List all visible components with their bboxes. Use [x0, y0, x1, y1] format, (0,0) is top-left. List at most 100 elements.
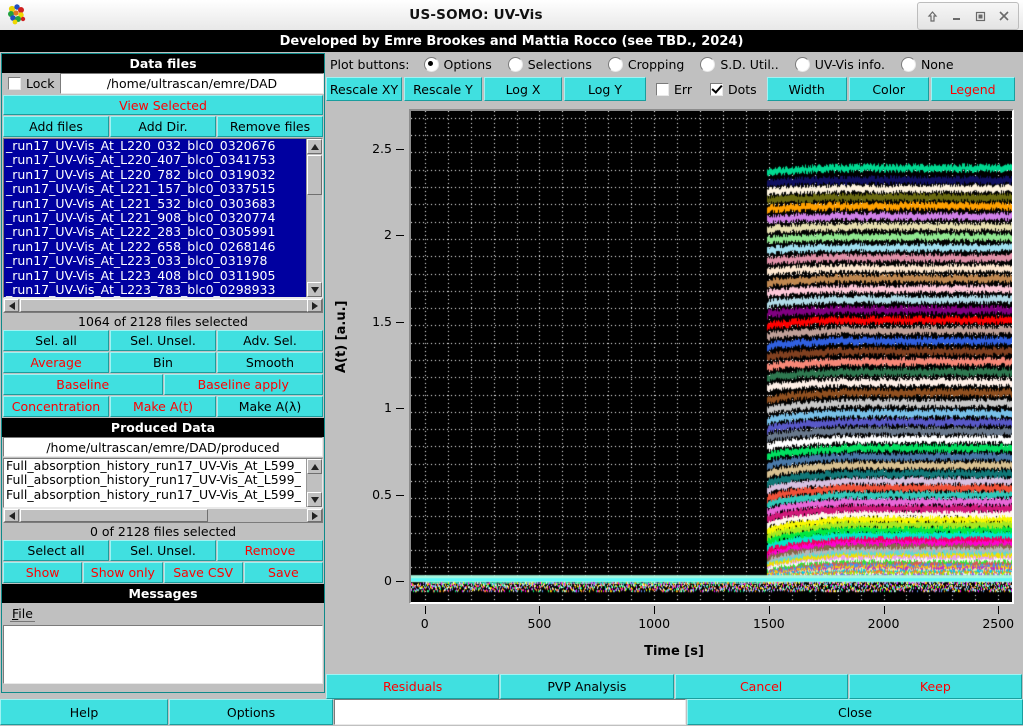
list-item[interactable]: _run17_UV-Vis_At_L220_032_blc0_0320676 — [4, 139, 306, 153]
add-dir-button[interactable]: Add Dir. — [110, 116, 216, 137]
produced-scroll-left-icon[interactable] — [4, 509, 19, 522]
list-item[interactable]: _run17_UV-Vis_At_L221_908_blc0_0320774 — [4, 211, 306, 225]
baseline-apply-button[interactable]: Baseline apply — [164, 374, 324, 395]
radio-selections[interactable]: Selections — [508, 57, 592, 72]
close-icon[interactable] — [993, 6, 1015, 26]
scroll-left-icon[interactable] — [4, 299, 19, 312]
dots-toggle[interactable]: Dots — [702, 77, 765, 101]
list-item[interactable]: Full_absorption_history_run17_UV-Vis_At_… — [4, 473, 306, 487]
pvp-analysis-button[interactable]: PVP Analysis — [500, 674, 673, 699]
messages-file-menu[interactable]: FFileile — [10, 606, 35, 622]
err-toggle[interactable]: Err — [648, 77, 700, 101]
show-button[interactable]: Show — [3, 562, 82, 583]
produced-scroll-up-icon[interactable] — [307, 459, 322, 474]
radio-selections-icon[interactable] — [508, 57, 523, 72]
lock-toggle[interactable]: Lock — [2, 73, 60, 94]
dots-checkbox[interactable] — [710, 83, 723, 96]
restore-up-icon[interactable] — [921, 6, 943, 26]
residuals-button[interactable]: Residuals — [326, 674, 499, 699]
remove-button[interactable]: Remove — [217, 540, 323, 561]
concentration-button[interactable]: Concentration — [3, 396, 109, 417]
keep-button[interactable]: Keep — [849, 674, 1022, 699]
produced-scroll-down-icon[interactable] — [307, 492, 322, 507]
baseline-button[interactable]: Baseline — [3, 374, 163, 395]
list-item[interactable]: _run17_UV-Vis_At_L221_532_blc0_0303683 — [4, 197, 306, 211]
radio-none-icon[interactable] — [901, 57, 916, 72]
lock-checkbox[interactable] — [8, 77, 21, 90]
rescale-y-button[interactable]: Rescale Y — [404, 77, 482, 101]
produced-data-list[interactable]: Full_absorption_history_run17_UV-Vis_At_… — [3, 458, 323, 508]
make-alambda-button[interactable]: Make A(λ) — [217, 396, 323, 417]
hscroll-thumb[interactable] — [20, 299, 310, 312]
save-button[interactable]: Save — [244, 562, 323, 583]
maximize-icon[interactable] — [969, 6, 991, 26]
vscroll-thumb[interactable] — [307, 155, 322, 195]
radio-uvvis-info[interactable]: UV-Vis info. — [795, 57, 885, 72]
data-files-list[interactable]: _run17_UV-Vis_At_L220_032_blc0_0320676_r… — [3, 138, 323, 298]
list-item[interactable]: _run17_UV-Vis_At_L220_782_blc0_0319032 — [4, 168, 306, 182]
options-button[interactable]: Options — [169, 699, 333, 725]
status-field[interactable] — [334, 699, 686, 725]
produced-hscroll-thumb[interactable] — [20, 509, 208, 522]
average-button[interactable]: Average — [3, 352, 109, 373]
list-item[interactable]: Full_absorption_history_run17_UV-Vis_At_… — [4, 459, 306, 473]
color-button[interactable]: Color — [849, 77, 929, 101]
produced-sel-unsel-button[interactable]: Sel. Unsel. — [110, 540, 216, 561]
radio-options-icon[interactable] — [424, 57, 439, 72]
radio-cropping-icon[interactable] — [608, 57, 623, 72]
list-item[interactable]: Full_absorption_history_run17_UV-Vis_At_… — [4, 488, 306, 502]
rescale-xy-button[interactable]: Rescale XY — [326, 77, 402, 101]
list-item[interactable]: _run17_UV-Vis_At_L223_783_blc0_0298933 — [4, 283, 306, 297]
cancel-button[interactable]: Cancel — [675, 674, 848, 699]
radio-sd-util[interactable]: S.D. Util.. — [700, 57, 778, 72]
produced-data-path[interactable]: /home/ultrascan/emre/DAD/produced — [3, 437, 323, 457]
y-tick-label: 1.5 — [372, 314, 392, 329]
remove-files-button[interactable]: Remove files — [217, 116, 323, 137]
log-x-button[interactable]: Log X — [484, 77, 562, 101]
dots-label: Dots — [728, 82, 757, 97]
view-selected-button[interactable]: View Selected — [3, 95, 323, 115]
log-y-button[interactable]: Log Y — [564, 77, 646, 101]
save-csv-button[interactable]: Save CSV — [164, 562, 243, 583]
bin-button[interactable]: Bin — [110, 352, 216, 373]
radio-options[interactable]: Options — [424, 57, 492, 72]
produced-data-vscrollbar[interactable] — [306, 459, 322, 507]
list-item[interactable]: _run17_UV-Vis_At_L222_658_blc0_0268146 — [4, 240, 306, 254]
radio-uvvis-info-icon[interactable] — [795, 57, 810, 72]
y-tick-label: 0.5 — [372, 487, 392, 502]
scroll-down-icon[interactable] — [307, 282, 322, 297]
scroll-up-icon[interactable] — [307, 139, 322, 154]
sel-all-button[interactable]: Sel. all — [3, 330, 109, 351]
data-files-hscrollbar[interactable] — [3, 298, 323, 313]
plot-canvas[interactable] — [409, 109, 1014, 604]
help-button[interactable]: Help — [0, 699, 168, 725]
messages-textarea[interactable] — [3, 625, 323, 684]
show-only-button[interactable]: Show only — [83, 562, 162, 583]
radio-none[interactable]: None — [901, 57, 954, 72]
data-files-vscrollbar[interactable] — [306, 139, 322, 297]
radio-cropping[interactable]: Cropping — [608, 57, 684, 72]
list-item[interactable]: _run17_UV-Vis_At_L223_033_blc0_031978 — [4, 254, 306, 268]
produced-data-list-items[interactable]: Full_absorption_history_run17_UV-Vis_At_… — [4, 459, 306, 507]
make-at-button[interactable]: Make A(t) — [110, 396, 216, 417]
legend-button[interactable]: Legend — [931, 77, 1015, 101]
data-files-list-items[interactable]: _run17_UV-Vis_At_L220_032_blc0_0320676_r… — [4, 139, 306, 297]
list-item[interactable]: _run17_UV-Vis_At_L220_407_blc0_0341753 — [4, 153, 306, 167]
list-item[interactable]: _run17_UV-Vis_At_L222_283_blc0_0305991 — [4, 225, 306, 239]
err-checkbox[interactable] — [656, 83, 669, 96]
smooth-button[interactable]: Smooth — [217, 352, 323, 373]
select-all-button[interactable]: Select all — [3, 540, 109, 561]
minimize-icon[interactable] — [945, 6, 967, 26]
scroll-right-icon[interactable] — [307, 299, 322, 312]
sel-unsel-button[interactable]: Sel. Unsel. — [110, 330, 216, 351]
produced-data-hscrollbar[interactable] — [3, 508, 323, 523]
add-files-button[interactable]: Add files — [3, 116, 109, 137]
width-button[interactable]: Width — [767, 77, 847, 101]
adv-sel-button[interactable]: Adv. Sel. — [217, 330, 323, 351]
produced-scroll-right-icon[interactable] — [307, 509, 322, 522]
list-item[interactable]: _run17_UV-Vis_At_L223_408_blc0_0311905 — [4, 269, 306, 283]
list-item[interactable]: _run17_UV-Vis_At_L221_157_blc0_0337515 — [4, 182, 306, 196]
close-button[interactable]: Close — [687, 699, 1023, 725]
radio-sd-util-icon[interactable] — [700, 57, 715, 72]
data-files-path[interactable]: /home/ultrascan/emre/DAD — [60, 73, 324, 94]
